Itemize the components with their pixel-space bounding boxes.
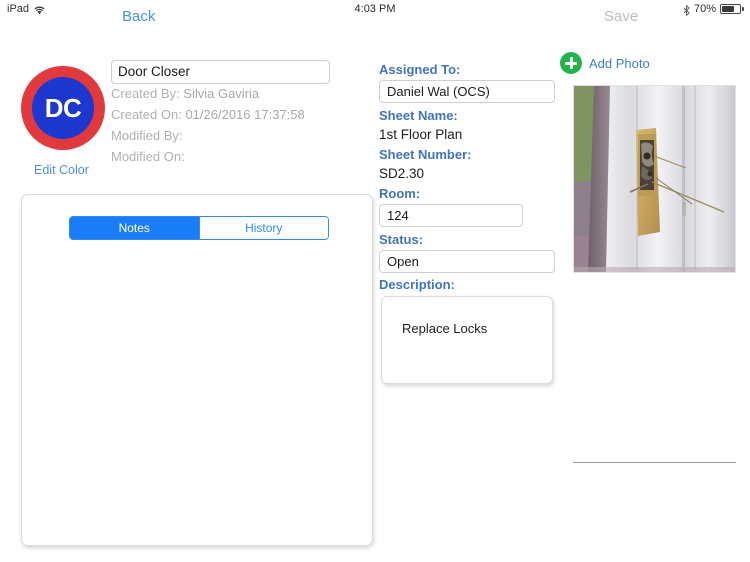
description-textarea[interactable]: Replace Locks [381,296,553,384]
sheet-name-value: 1st Floor Plan [379,127,463,142]
created-on-label: Created On: [111,107,182,122]
status-label: Status: [379,232,424,247]
notes-list[interactable] [34,251,360,533]
assigned-to-label: Assigned To: [379,62,461,77]
modified-on-row: Modified On: [111,149,185,164]
photo-section-divider [573,462,736,463]
tab-notes[interactable]: Notes [70,217,199,239]
assigned-to-input[interactable]: Daniel Wal (OCS) [379,80,555,103]
created-on-value: 01/26/2016 17:37:58 [185,107,305,122]
sheet-number-value: SD2.30 [379,166,425,181]
modified-by-row: Modified By: [111,128,183,143]
status-input[interactable]: Open [379,250,555,273]
tab-history[interactable]: History [198,217,328,239]
room-label: Room: [379,186,421,201]
item-color-logo[interactable]: DC [21,66,105,150]
created-by-label: Created By: [111,86,180,101]
photo-thumbnail[interactable] [573,85,736,273]
sheet-number-label: Sheet Number: [379,147,472,162]
sheet-name-label: Sheet Name: [379,108,458,123]
title-input[interactable]: Door Closer [111,60,330,84]
created-on-row: Created On: 01/26/2016 17:37:58 [111,107,305,122]
created-by-row: Created By: Silvia Gaviria [111,86,259,101]
description-label: Description: [379,277,455,292]
photo-image [574,86,735,272]
description-value: Replace Locks [402,321,488,336]
add-photo-label: Add Photo [589,55,650,71]
notes-history-segmented-control[interactable]: Notes History [69,216,329,240]
notes-panel: Notes History [21,194,373,546]
plus-circle-icon [560,52,582,74]
back-button[interactable]: Back [122,8,155,25]
add-photo-button[interactable]: Add Photo [560,52,650,74]
logo-initials: DC [44,92,82,123]
room-input[interactable]: 124 [379,204,523,227]
logo-inner-circle: DC [32,77,94,139]
created-by-value: Silvia Gaviria [183,86,260,101]
edit-color-link[interactable]: Edit Color [34,163,89,177]
modified-by-label: Modified By: [111,128,183,143]
navigation-bar: Back Save [0,0,750,44]
modified-on-label: Modified On: [111,149,185,164]
logo-ring: DC [21,66,105,150]
app-root: iPad 4:03 PM 70% Back Save DC Edit Color… [0,0,750,562]
save-button[interactable]: Save [604,8,638,25]
